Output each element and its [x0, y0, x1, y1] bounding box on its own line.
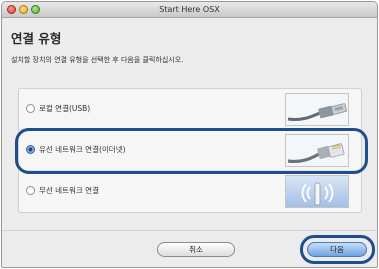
option-label-wireless: 무선 네트워크 연결 [39, 186, 99, 195]
wireless-antenna-icon [285, 175, 349, 208]
instruction-text: 설치할 장치의 연결 유형을 선택한 후 다음을 클릭하십시오. [11, 56, 184, 64]
cancel-button[interactable]: 취소 [157, 242, 235, 257]
next-button-callout [300, 235, 375, 264]
ethernet-selection-callout [15, 128, 368, 174]
installer-window: Start Here OSX 연결 유형 설치할 장치의 연결 유형을 선택한 … [1, 1, 378, 268]
page-heading: 연결 유형 [11, 31, 62, 46]
window-title: Start Here OSX [159, 5, 220, 14]
radio-usb[interactable] [26, 104, 35, 113]
option-wireless[interactable]: 무선 네트워크 연결 [19, 171, 361, 212]
footer-divider [2, 230, 377, 231]
option-label-usb: 로컬 연결(USB) [39, 104, 91, 113]
radio-wireless[interactable] [26, 186, 35, 195]
option-usb[interactable]: 로컬 연결(USB) [19, 89, 361, 130]
title-bar: Start Here OSX [2, 2, 377, 18]
usb-cable-icon [285, 93, 349, 126]
